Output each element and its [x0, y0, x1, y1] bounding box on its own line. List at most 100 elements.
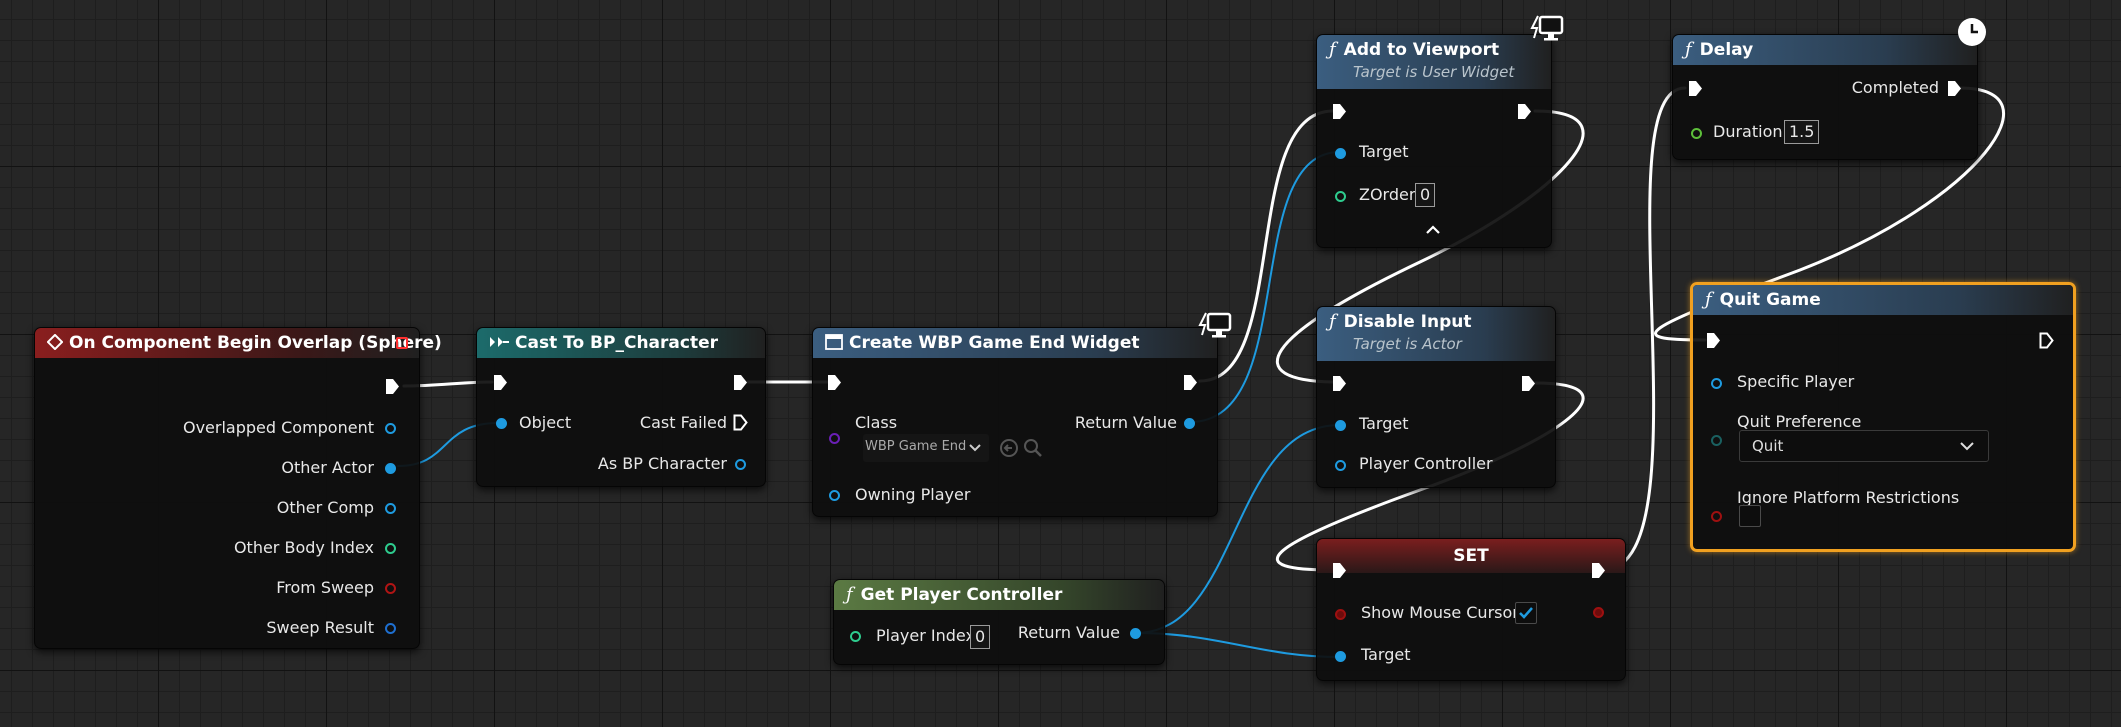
duration-pin[interactable] — [1691, 128, 1702, 139]
event-close-icon[interactable] — [396, 337, 408, 349]
collapse-chevron-up-icon[interactable] — [1425, 225, 1441, 235]
exec-in-pin[interactable] — [827, 374, 842, 391]
function-icon: ƒ — [846, 584, 853, 605]
zorder-pin[interactable] — [1335, 191, 1346, 202]
player-controller-pin[interactable] — [1335, 460, 1346, 471]
pin-label-class: Class — [855, 413, 898, 432]
widget-icon — [825, 334, 843, 350]
show-mouse-cursor-out-pin[interactable] — [1593, 607, 1604, 618]
return-value-pin[interactable] — [1130, 628, 1141, 639]
exec-out-pin[interactable] — [1183, 374, 1198, 391]
node-header[interactable]: ƒ Disable Input Target is Actor — [1317, 307, 1555, 361]
node-title: Cast To BP_Character — [515, 333, 718, 353]
class-pin[interactable] — [829, 433, 840, 444]
node-delay[interactable]: ƒ Delay Completed Duration 1.5 — [1672, 34, 1978, 160]
sweep-result-pin[interactable] — [385, 623, 396, 634]
node-cast-to-bp-character[interactable]: Cast To BP_Character Object Cast Failed … — [476, 327, 766, 487]
pin-label-return-value: Return Value — [1074, 413, 1177, 432]
class-select[interactable]: WBP Game End — [863, 434, 989, 462]
return-value-pin[interactable] — [1184, 418, 1195, 429]
other-comp-pin[interactable] — [385, 503, 396, 514]
from-sweep-pin[interactable] — [385, 583, 396, 594]
overlapped-component-pin[interactable] — [385, 423, 396, 434]
node-on-component-begin-overlap[interactable]: On Component Begin Overlap (Sphere) Over… — [34, 327, 442, 649]
node-title: Delay — [1699, 40, 1754, 60]
node-create-widget[interactable]: Create WBP Game End Widget Class WBP Gam… — [812, 327, 1218, 517]
exec-out-pin[interactable] — [1521, 375, 1536, 392]
exec-in-pin[interactable] — [1332, 562, 1347, 579]
cast-failed-exec-pin[interactable] — [733, 414, 748, 431]
event-diamond-icon — [46, 333, 64, 351]
specific-player-pin[interactable] — [1711, 378, 1722, 389]
exec-wire-set-delay — [1601, 86, 1687, 572]
function-icon: ƒ — [1329, 39, 1336, 60]
node-title: Create WBP Game End Widget — [849, 333, 1140, 353]
owning-player-pin[interactable] — [829, 490, 840, 501]
exec-in-pin[interactable] — [1332, 375, 1347, 392]
pin-label-owning-player: Owning Player — [855, 485, 971, 504]
duration-input[interactable]: 1.5 — [1784, 120, 1820, 144]
quit-preference-select[interactable]: Quit — [1739, 430, 1989, 462]
node-title: Disable Input — [1343, 312, 1472, 332]
other-body-index-pin[interactable] — [385, 543, 396, 554]
show-mouse-cursor-in-pin[interactable] — [1335, 609, 1346, 620]
node-title: Add to Viewport — [1343, 40, 1500, 60]
node-header[interactable]: ƒ Add to Viewport Target is User Widget — [1317, 35, 1551, 89]
player-index-pin[interactable] — [850, 631, 861, 642]
pin-label-completed: Completed — [1851, 78, 1939, 97]
quit-preference-value: Quit — [1752, 437, 1784, 455]
node-header[interactable]: ƒ Delay — [1673, 35, 1977, 65]
exec-out-pin[interactable] — [2039, 332, 2054, 349]
completed-exec-pin[interactable] — [1947, 80, 1962, 97]
exec-out-pin[interactable] — [1591, 562, 1606, 579]
node-header[interactable]: ƒ Get Player Controller — [834, 580, 1164, 610]
node-header[interactable]: ƒ Quit Game — [1693, 285, 2073, 315]
target-pin[interactable] — [1335, 148, 1346, 159]
node-header[interactable]: SET — [1317, 539, 1625, 573]
browse-search-icon[interactable] — [1023, 438, 1043, 458]
exec-in-pin[interactable] — [1706, 332, 1721, 349]
node-subtitle: Target is User Widget — [1353, 63, 1515, 81]
target-pin[interactable] — [1335, 420, 1346, 431]
node-set-show-mouse-cursor[interactable]: SET Show Mouse Cursor Target — [1316, 538, 1626, 681]
node-header[interactable]: On Component Begin Overlap (Sphere) — [35, 328, 442, 358]
node-header[interactable]: Create WBP Game End Widget — [813, 328, 1217, 358]
other-actor-pin[interactable] — [385, 463, 396, 474]
node-get-player-controller[interactable]: ƒ Get Player Controller Player Index 0 Re… — [833, 579, 1165, 665]
exec-out-pin[interactable] — [733, 374, 748, 391]
object-pin[interactable] — [496, 418, 507, 429]
as-bp-character-pin[interactable] — [735, 459, 746, 470]
target-pin[interactable] — [1335, 651, 1346, 662]
node-quit-game[interactable]: ƒ Quit Game Specific Player Quit Preferen… — [1690, 282, 2076, 552]
player-index-input[interactable]: 0 — [970, 625, 991, 649]
chevron-down-icon — [1960, 442, 1974, 451]
function-icon: ƒ — [1685, 39, 1692, 60]
exec-out-pin[interactable] — [385, 378, 400, 395]
show-mouse-cursor-checkbox[interactable] — [1515, 602, 1537, 624]
node-subtitle: Target is Actor — [1353, 335, 1462, 353]
data-wire-pc-set-target — [1135, 632, 1341, 658]
node-disable-input[interactable]: ƒ Disable Input Target is Actor Target Pl… — [1316, 306, 1556, 488]
pin-label-object: Object — [519, 413, 572, 432]
pin-label-show-mouse-cursor: Show Mouse Cursor — [1361, 603, 1519, 622]
exec-in-pin[interactable] — [1688, 80, 1703, 97]
node-header[interactable]: Cast To BP_Character — [477, 328, 765, 358]
ignore-platform-restrictions-pin[interactable] — [1711, 511, 1722, 522]
ignore-platform-restrictions-checkbox[interactable] — [1739, 505, 1761, 527]
function-icon: ƒ — [1329, 311, 1336, 332]
pin-label-as-bp-character: As BP Character — [597, 454, 727, 473]
pin-label-other-actor: Other Actor — [281, 458, 374, 477]
node-title: Get Player Controller — [860, 585, 1063, 605]
clock-icon — [1958, 18, 1986, 46]
class-select-value: WBP Game End — [865, 439, 967, 454]
pin-label-ignore-platform-restrictions: Ignore Platform Restrictions — [1737, 488, 1960, 507]
pin-label-specific-player: Specific Player — [1737, 372, 1855, 391]
exec-in-pin[interactable] — [1332, 103, 1347, 120]
exec-out-pin[interactable] — [1517, 103, 1532, 120]
quit-preference-pin[interactable] — [1711, 435, 1722, 446]
use-selected-asset-icon[interactable] — [999, 438, 1019, 458]
node-add-to-viewport[interactable]: ƒ Add to Viewport Target is User Widget T… — [1316, 34, 1552, 248]
exec-in-pin[interactable] — [493, 374, 508, 391]
pin-label-target: Target — [1361, 645, 1411, 664]
zorder-input[interactable]: 0 — [1415, 183, 1436, 207]
